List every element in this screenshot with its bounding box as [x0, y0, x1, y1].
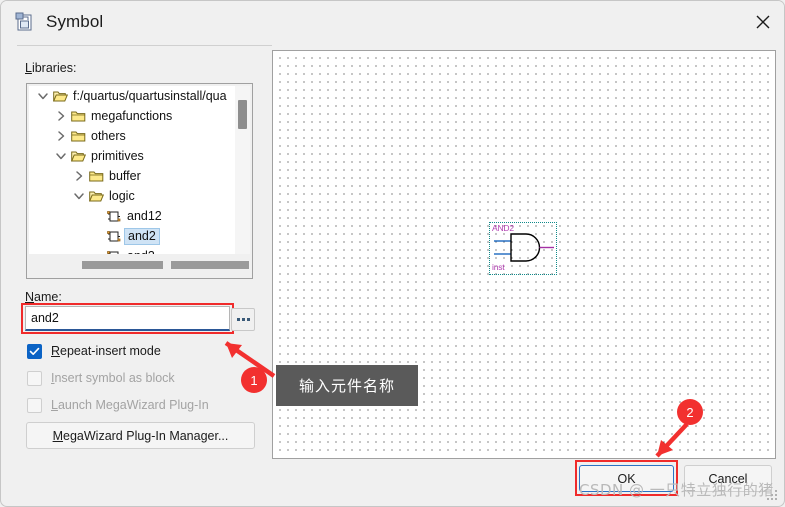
symbol-dialog: Symbol Libraries: f:/quartus/quartusinst… — [0, 0, 785, 507]
annotation-badge-1: 1 — [241, 367, 267, 393]
resize-grip[interactable] — [767, 490, 779, 502]
folder-open-icon — [69, 148, 87, 164]
ellipsis-dot — [241, 318, 245, 321]
tree-item-and2[interactable]: and2 — [29, 226, 235, 246]
checkbox-row-insert-symbol-as-block: Insert symbol as block — [27, 369, 175, 387]
checkbox-label: Launch MegaWizard Plug-In — [51, 398, 209, 412]
name-label-rest: ame: — [34, 290, 62, 304]
ellipsis-dot — [246, 318, 250, 321]
tree-item-f-quartus-quartusinstall-qua[interactable]: f:/quartus/quartusinstall/qua — [29, 86, 235, 106]
logic-symbol-icon — [105, 208, 123, 224]
name-input[interactable] — [25, 306, 230, 331]
tree-horizontal-scrollbar[interactable] — [29, 254, 250, 276]
libraries-tree-panel[interactable]: f:/quartus/quartusinstall/qua megafunctio… — [26, 83, 253, 279]
checkbox-label: Insert symbol as block — [51, 371, 175, 385]
tree-expander-spacer — [89, 228, 105, 244]
tree-horizontal-scroll-thumb-right[interactable] — [171, 261, 249, 269]
folder-icon — [69, 108, 87, 124]
tree-expander-spacer — [89, 208, 105, 224]
tree-item-label: primitives — [91, 149, 144, 163]
checkbox-unchecked-icon — [27, 397, 42, 413]
tree-item-label: megafunctions — [91, 109, 173, 123]
name-label: Name: — [25, 290, 62, 304]
folder-icon — [69, 128, 87, 144]
tree-item-and12[interactable]: and12 — [29, 206, 235, 226]
watermark: CSDN @ 一只特立独行的猪 — [579, 481, 774, 499]
tree-vertical-scroll-thumb[interactable] — [238, 100, 247, 129]
checkbox-label: Repeat-insert mode — [51, 344, 161, 358]
tree-item-label: buffer — [109, 169, 141, 183]
tree-item-label: and12 — [127, 209, 162, 223]
chevron-down-icon[interactable] — [53, 148, 69, 164]
annotation-badge-2: 2 — [677, 399, 703, 425]
tree-item-label: f:/quartus/quartusinstall/qua — [73, 89, 227, 103]
tree-item-others[interactable]: others — [29, 126, 235, 146]
tree-item-label: logic — [109, 189, 135, 203]
symbol-document-icon — [14, 11, 36, 33]
checkbox-row-launch-megawizard-plug-in: Launch MegaWizard Plug-In — [27, 396, 209, 414]
tree-item-megafunctions[interactable]: megafunctions — [29, 106, 235, 126]
libraries-label: Libraries: — [25, 61, 77, 75]
megawizard-button-label: MegaWizard Plug-In Manager... — [52, 428, 229, 443]
logic-symbol-icon — [105, 228, 123, 244]
tree-item-logic[interactable]: logic — [29, 186, 235, 206]
checkbox-checked-icon[interactable] — [27, 343, 42, 359]
hint-tooltip: 输入元件名称 — [276, 365, 418, 406]
tree-item-buffer[interactable]: buffer — [29, 166, 235, 186]
chevron-right-icon[interactable] — [53, 128, 69, 144]
megawizard-plugin-manager-button[interactable]: MegaWizard Plug-In Manager... — [26, 422, 255, 449]
and2-symbol[interactable]: AND2 inst — [489, 222, 557, 275]
checkbox-unchecked-icon — [27, 370, 42, 386]
tree-item-label: and2 — [124, 227, 160, 245]
ellipsis-dot — [236, 318, 240, 321]
folder-open-icon — [87, 188, 105, 204]
checkbox-row-repeat-insert-mode[interactable]: Repeat-insert mode — [27, 342, 161, 360]
tree-item-label: others — [91, 129, 126, 143]
window-title: Symbol — [46, 12, 104, 31]
megawizard-button-label-rest: egaWizard Plug-In Manager... — [63, 428, 229, 443]
folder-icon — [87, 168, 105, 184]
close-button[interactable] — [740, 1, 784, 42]
title-bar: Symbol — [1, 1, 784, 43]
annotation-arrow-1 — [224, 341, 276, 378]
chevron-right-icon[interactable] — [71, 168, 87, 184]
tree-item-primitives[interactable]: primitives — [29, 146, 235, 166]
libraries-tree[interactable]: f:/quartus/quartusinstall/qua megafunctio… — [29, 86, 235, 254]
header-divider — [17, 45, 272, 46]
chevron-down-icon[interactable] — [71, 188, 87, 204]
name-field-wrap — [25, 306, 230, 331]
tree-item-and3[interactable]: and3 — [29, 246, 235, 254]
browse-ellipsis-button[interactable] — [231, 308, 255, 331]
tree-horizontal-scroll-thumb-left[interactable] — [82, 261, 163, 269]
chevron-down-icon[interactable] — [35, 88, 51, 104]
chevron-right-icon[interactable] — [53, 108, 69, 124]
tree-vertical-scrollbar[interactable] — [235, 86, 250, 254]
folder-open-icon — [51, 88, 69, 104]
libraries-label-rest: ibraries: — [31, 61, 77, 75]
